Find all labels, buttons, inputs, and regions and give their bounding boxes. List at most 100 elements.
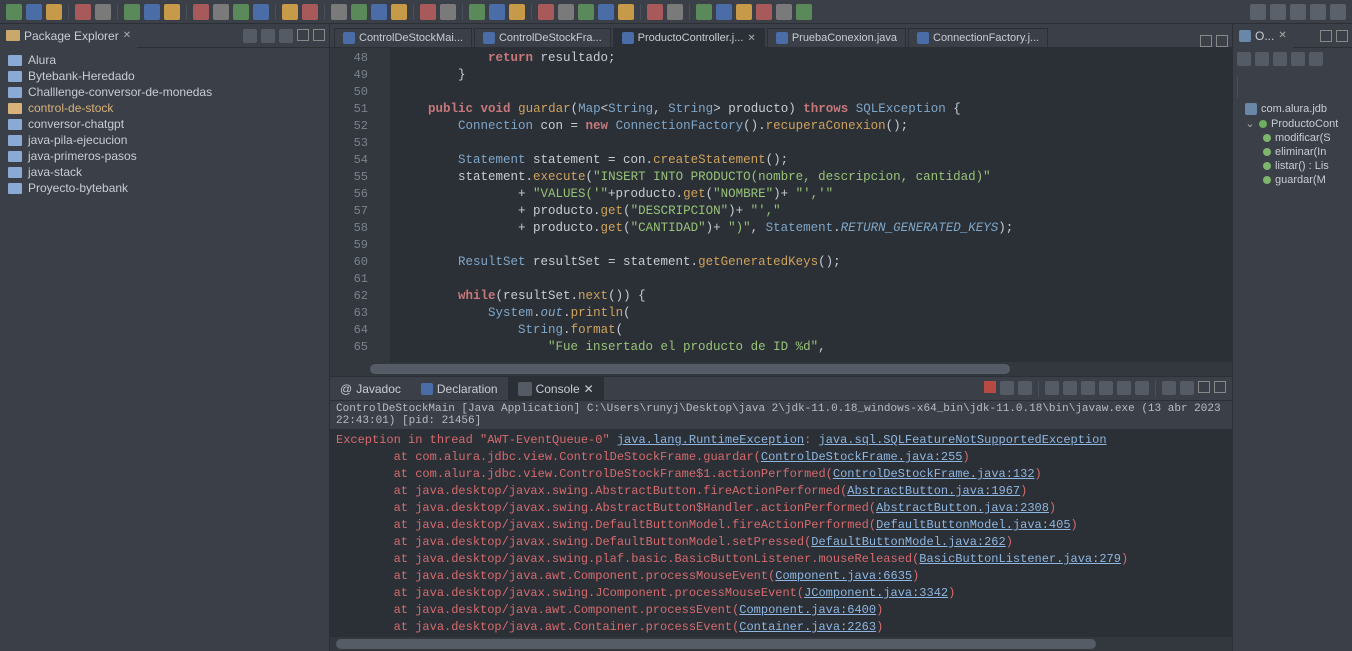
- toolbar-icon[interactable]: [302, 4, 318, 20]
- minimize-icon[interactable]: [297, 29, 309, 41]
- toolbar-icon[interactable]: [124, 4, 140, 20]
- code-editor[interactable]: 484950515253545556575859606162636465 ret…: [330, 48, 1232, 362]
- close-icon[interactable]: ✕: [584, 382, 594, 396]
- toolbar-icon[interactable]: [598, 4, 614, 20]
- code-area[interactable]: return resultado; } public void guardar(…: [390, 48, 1232, 362]
- view-menu-icon[interactable]: [279, 29, 293, 43]
- toolbar-icon[interactable]: [696, 4, 712, 20]
- outline-method[interactable]: guardar(M: [1237, 173, 1348, 187]
- toolbar-icon[interactable]: [538, 4, 554, 20]
- scroll-lock-icon[interactable]: [1063, 381, 1077, 395]
- console-output[interactable]: Exception in thread "AWT-EventQueue-0" j…: [330, 430, 1232, 637]
- close-icon[interactable]: ✕: [123, 30, 131, 41]
- toolbar-icon[interactable]: [578, 4, 594, 20]
- maximize-icon[interactable]: [1336, 30, 1348, 42]
- toolbar-icon[interactable]: [144, 4, 160, 20]
- pin-view-icon[interactable]: [1180, 381, 1194, 395]
- remove-all-icon[interactable]: [1018, 381, 1032, 395]
- toolbar-icon[interactable]: [489, 4, 505, 20]
- toolbar-icon[interactable]: [193, 4, 209, 20]
- toolbar-icon[interactable]: [233, 4, 249, 20]
- tab-javadoc[interactable]: @ Javadoc: [330, 377, 411, 401]
- project-item[interactable]: control-de-stock: [0, 100, 329, 116]
- maximize-icon[interactable]: [1216, 35, 1228, 47]
- wrap-icon[interactable]: [1081, 381, 1095, 395]
- toolbar-icon[interactable]: [6, 4, 22, 20]
- project-item[interactable]: Alura: [0, 52, 329, 68]
- project-item[interactable]: Bytebank-Heredado: [0, 68, 329, 84]
- link-editor-icon[interactable]: [261, 29, 275, 43]
- toolbar-icon[interactable]: [371, 4, 387, 20]
- toolbar-icon[interactable]: [213, 4, 229, 20]
- outline-method[interactable]: modificar(S: [1237, 131, 1348, 145]
- clear-icon[interactable]: [1045, 381, 1059, 395]
- toolbar-icon[interactable]: [46, 4, 62, 20]
- project-item[interactable]: Challlenge-conversor-de-monedas: [0, 84, 329, 100]
- editor-tab[interactable]: PruebaConexion.java: [767, 28, 906, 47]
- editor-hscroll[interactable]: [330, 362, 1232, 376]
- toolbar-icon[interactable]: [796, 4, 812, 20]
- close-icon[interactable]: ✕: [1278, 30, 1286, 41]
- minimize-icon[interactable]: [1198, 381, 1210, 393]
- git-perspective-icon[interactable]: [1330, 4, 1346, 20]
- debug-perspective-icon[interactable]: [1310, 4, 1326, 20]
- new-console-icon[interactable]: [1162, 381, 1176, 395]
- hide-static-icon[interactable]: [1273, 52, 1287, 66]
- scroll-thumb[interactable]: [336, 639, 1096, 649]
- toolbar-icon[interactable]: [391, 4, 407, 20]
- outline-method[interactable]: eliminar(In: [1237, 145, 1348, 159]
- toolbar-icon[interactable]: [75, 4, 91, 20]
- toolbar-icon[interactable]: [736, 4, 752, 20]
- collapse-all-icon[interactable]: [243, 29, 257, 43]
- maximize-icon[interactable]: [1214, 381, 1226, 393]
- search-icon[interactable]: [1250, 4, 1266, 20]
- toolbar-icon[interactable]: [253, 4, 269, 20]
- display-icon[interactable]: [1117, 381, 1131, 395]
- hide-nonpublic-icon[interactable]: [1291, 52, 1305, 66]
- toolbar-icon[interactable]: [469, 4, 485, 20]
- toolbar-icon[interactable]: [667, 4, 683, 20]
- toolbar-icon[interactable]: [26, 4, 42, 20]
- terminate-icon[interactable]: [984, 381, 996, 393]
- open-console-icon[interactable]: [1135, 381, 1149, 395]
- tab-console[interactable]: Console ✕: [508, 377, 604, 401]
- remove-icon[interactable]: [1000, 381, 1014, 395]
- toolbar-icon[interactable]: [716, 4, 732, 20]
- toolbar-icon[interactable]: [331, 4, 347, 20]
- toolbar-icon[interactable]: [420, 4, 436, 20]
- console-hscroll[interactable]: [330, 637, 1232, 651]
- editor-tab[interactable]: ControlDeStockMai...: [334, 28, 472, 47]
- outline-class[interactable]: ⌄ ProductoCont: [1237, 116, 1348, 131]
- project-item[interactable]: java-stack: [0, 164, 329, 180]
- perspective-icon[interactable]: [1270, 4, 1286, 20]
- outline-method[interactable]: listar() : Lis: [1237, 159, 1348, 173]
- sort-icon[interactable]: [1237, 52, 1251, 66]
- project-item[interactable]: conversor-chatgpt: [0, 116, 329, 132]
- toolbar-icon[interactable]: [440, 4, 456, 20]
- editor-tab[interactable]: ControlDeStockFra...: [474, 28, 611, 47]
- toolbar-icon[interactable]: [776, 4, 792, 20]
- toolbar-icon[interactable]: [647, 4, 663, 20]
- java-perspective-icon[interactable]: [1290, 4, 1306, 20]
- editor-tab[interactable]: ConnectionFactory.j...: [908, 28, 1048, 47]
- hide-fields-icon[interactable]: [1255, 52, 1269, 66]
- scroll-thumb[interactable]: [370, 364, 1010, 374]
- project-item[interactable]: Proyecto-bytebank: [0, 180, 329, 196]
- toolbar-icon[interactable]: [95, 4, 111, 20]
- outline-tab[interactable]: O... ✕: [1233, 24, 1293, 48]
- editor-tab[interactable]: ProductoController.j...✕: [613, 28, 765, 47]
- package-explorer-tab[interactable]: Package Explorer ✕: [0, 24, 137, 48]
- minimize-icon[interactable]: [1320, 30, 1332, 42]
- close-icon[interactable]: ✕: [747, 33, 755, 44]
- outline-package[interactable]: com.alura.jdb: [1237, 102, 1348, 116]
- project-item[interactable]: java-primeros-pasos: [0, 148, 329, 164]
- toolbar-icon[interactable]: [558, 4, 574, 20]
- project-item[interactable]: java-pila-ejecucion: [0, 132, 329, 148]
- toolbar-icon[interactable]: [164, 4, 180, 20]
- toolbar-icon[interactable]: [756, 4, 772, 20]
- outline-tree[interactable]: com.alura.jdb ⌄ ProductoCont modificar(S…: [1233, 98, 1352, 651]
- toolbar-icon[interactable]: [282, 4, 298, 20]
- toolbar-icon[interactable]: [618, 4, 634, 20]
- expand-icon[interactable]: ⌄: [1245, 117, 1255, 130]
- toolbar-icon[interactable]: [351, 4, 367, 20]
